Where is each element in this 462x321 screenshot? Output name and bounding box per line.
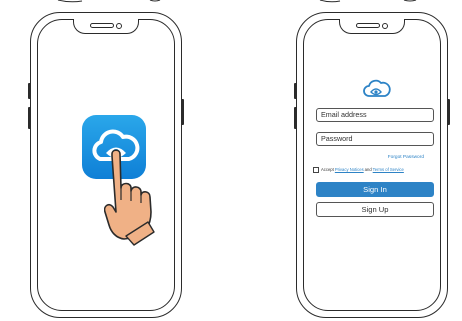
side-button xyxy=(447,99,450,125)
side-button xyxy=(294,83,297,99)
accept-text: Accept xyxy=(321,167,334,172)
cloud-eye-logo-icon xyxy=(363,79,391,97)
cropped-top-edge xyxy=(57,0,417,3)
password-field[interactable]: Password xyxy=(316,132,434,146)
accept-terms-row: Accept Privacy Notices and Terms of Serv… xyxy=(313,165,405,174)
side-button xyxy=(181,99,184,125)
forgot-password-link[interactable]: Forgot Password xyxy=(388,155,424,160)
camera-icon xyxy=(116,23,122,29)
terms-of-service-link[interactable]: Terms of Service xyxy=(373,167,404,172)
phone-right: Email address Password Forgot Password A… xyxy=(294,12,450,318)
phone-left xyxy=(28,12,184,318)
speaker-icon xyxy=(356,23,380,28)
sign-in-button[interactable]: Sign In xyxy=(316,182,434,197)
and-text: and xyxy=(364,167,372,172)
phone-screen xyxy=(37,19,175,311)
privacy-notices-link[interactable]: Privacy Notices xyxy=(335,167,364,172)
accept-checkbox[interactable] xyxy=(313,166,319,173)
email-placeholder: Email address xyxy=(321,110,367,119)
email-field[interactable]: Email address xyxy=(316,108,434,122)
phone-notch xyxy=(339,19,405,34)
speaker-icon xyxy=(90,23,114,28)
side-button xyxy=(28,107,31,129)
phone-screen: Email address Password Forgot Password A… xyxy=(303,19,441,311)
phone-notch xyxy=(73,19,139,34)
password-placeholder: Password xyxy=(321,134,353,143)
side-button xyxy=(294,107,297,129)
camera-icon xyxy=(382,23,388,29)
sign-up-button[interactable]: Sign Up xyxy=(316,202,434,217)
side-button xyxy=(28,83,31,99)
pointing-hand-icon xyxy=(104,149,155,246)
